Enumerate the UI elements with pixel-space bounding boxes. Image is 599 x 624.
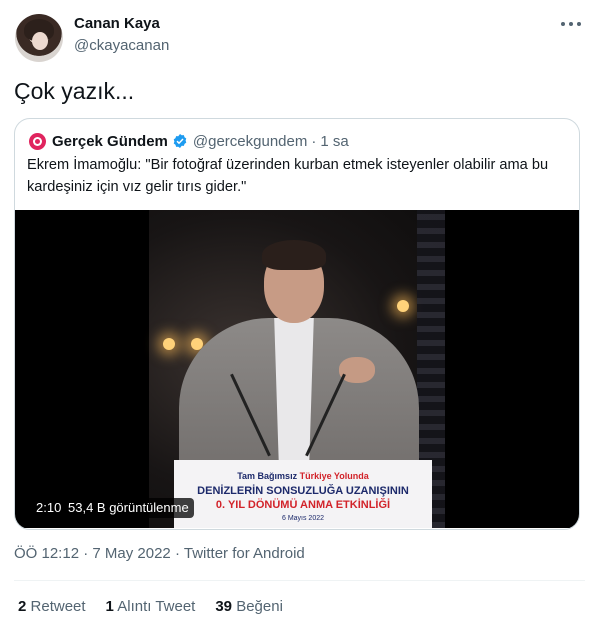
- divider: [14, 580, 585, 581]
- separator-dot: ·: [311, 132, 317, 150]
- meta-separator: ·: [174, 545, 180, 562]
- podium-text-3: 0. YIL DÖNÜMÜ ANMA ETKİNLİĞİ: [215, 499, 391, 511]
- tweet-date[interactable]: 7 May 2022: [92, 545, 170, 562]
- author-handle[interactable]: @ckayacanan: [74, 37, 169, 54]
- quoted-author-handle: @gercekgundem: [192, 132, 308, 150]
- quotes-stat[interactable]: 1 Alıntı Tweet: [106, 598, 196, 615]
- podium-text-1b: Türkiye Yolunda: [299, 471, 369, 481]
- tweet-source[interactable]: Twitter for Android: [184, 545, 305, 562]
- tweet-meta: ÖÖ 12:12 · 7 May 2022 · Twitter for Andr…: [14, 545, 305, 562]
- tweet-text: Çok yazık...: [14, 78, 135, 104]
- tweet-time[interactable]: ÖÖ 12:12: [14, 545, 79, 562]
- podium-text-1a: Tam Bağımsız: [237, 471, 300, 481]
- retweets-stat[interactable]: 2 Retweet: [18, 598, 86, 615]
- more-icon[interactable]: [561, 14, 581, 34]
- quoted-tweet-text: Ekrem İmamoğlu: "Bir fotoğraf üzerinden …: [27, 157, 549, 195]
- quoted-time: 1 sa: [320, 132, 349, 150]
- tweet-stats: 2 Retweet 1 Alıntı Tweet 39 Beğeni: [18, 598, 303, 615]
- podium-text-4: 6 Mayıs 2022: [281, 515, 325, 522]
- gercek-gundem-logo-icon: [29, 132, 46, 150]
- video-views: 53,4 B görüntülenme: [63, 498, 194, 518]
- quoted-tweet-header: Gerçek Gündem @gercekgundem · 1 sa: [29, 131, 349, 151]
- meta-separator: ·: [83, 545, 89, 562]
- podium-banner: Tam Bağımsız Türkiye Yolunda DENİZLERİN …: [174, 460, 432, 528]
- video-player[interactable]: Tam Bağımsız Türkiye Yolunda DENİZLERİN …: [15, 210, 579, 528]
- podium-text-2: DENİZLERİN SONSUZLUĞA UZANIŞININ: [197, 485, 409, 497]
- avatar[interactable]: [15, 14, 63, 62]
- likes-stat[interactable]: 39 Beğeni: [215, 598, 283, 615]
- quoted-tweet[interactable]: Gerçek Gündem @gercekgundem · 1 sa Ekrem…: [14, 118, 580, 530]
- verified-icon: [173, 134, 187, 148]
- quoted-author-name: Gerçek Gündem: [52, 132, 168, 150]
- video-frame: Tam Bağımsız Türkiye Yolunda DENİZLERİN …: [149, 210, 445, 528]
- video-duration: 2:10: [31, 498, 67, 518]
- author-name[interactable]: Canan Kaya: [74, 15, 160, 32]
